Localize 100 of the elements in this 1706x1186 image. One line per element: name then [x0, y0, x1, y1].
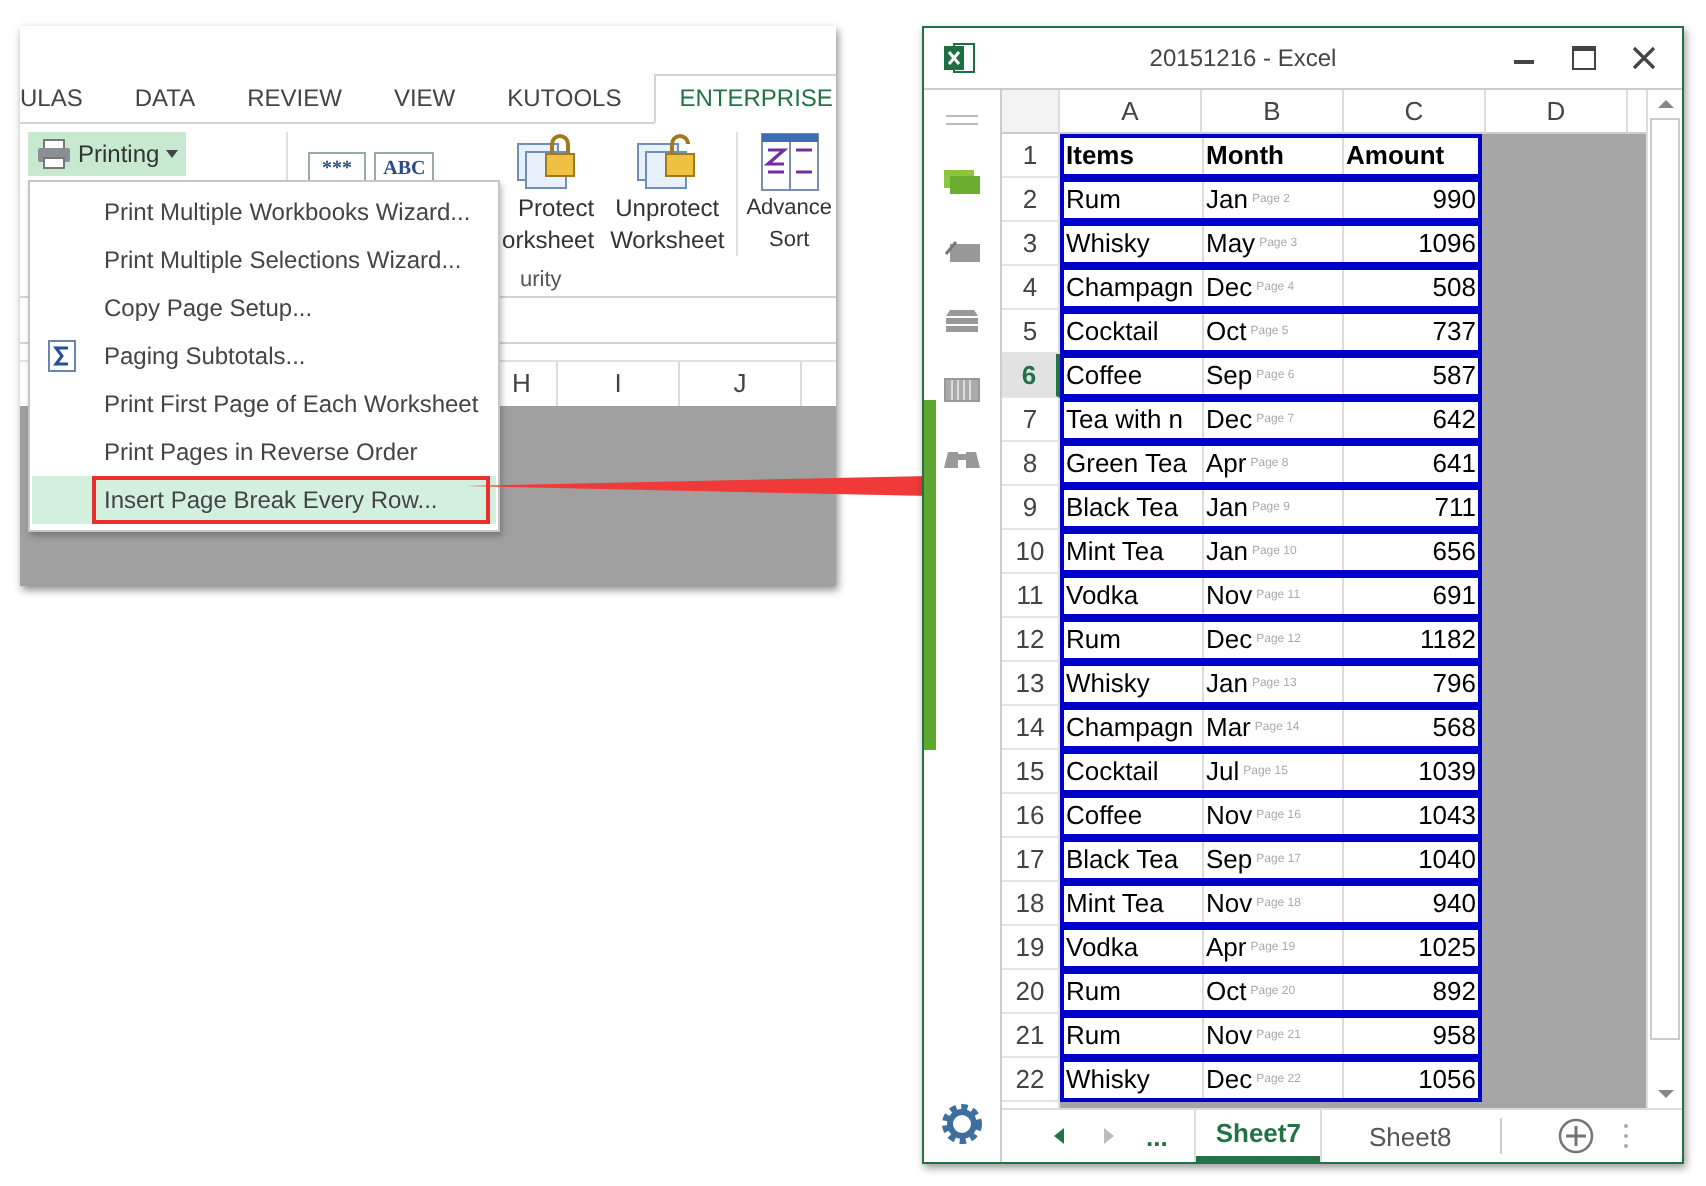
ribbon-tab[interactable]: KUTOOLS: [487, 84, 642, 122]
table-cell-text: 568: [1430, 710, 1478, 746]
table-cell: Tea with n: [1064, 402, 1204, 438]
menu-item[interactable]: Print Pages in Reverse Order: [32, 428, 496, 476]
table-cell: Dec: [1206, 270, 1253, 306]
row-header: 8: [1002, 442, 1060, 486]
table-cell: Apr: [1206, 930, 1247, 966]
table-cell-text: 737: [1430, 314, 1478, 350]
table-cell-text: 1040: [1416, 842, 1478, 878]
row-header: 11: [1002, 574, 1060, 618]
protect-button[interactable]: Unprotect Worksheet: [606, 132, 729, 256]
table-cell: Whisky: [1064, 226, 1204, 262]
row-header: 1: [1002, 134, 1060, 178]
table-cell-text: 641: [1430, 446, 1478, 482]
table-cell-text: 940: [1430, 886, 1478, 922]
table-cell: Nov: [1206, 798, 1253, 834]
menu-item[interactable]: Print Multiple Workbooks Wizard...: [32, 188, 496, 236]
ribbon-tab[interactable]: REVIEW: [227, 84, 362, 122]
sheet-tab[interactable]: Sheet7: [1195, 1110, 1321, 1162]
sheets-icon[interactable]: [944, 170, 980, 194]
row-header: 3: [1002, 222, 1060, 266]
table-cell: Apr: [1206, 446, 1247, 482]
window-title: 20151216 - Excel: [1147, 44, 1339, 72]
printing-button[interactable]: Printing: [28, 132, 186, 176]
add-sheet-icon[interactable]: [1557, 1118, 1594, 1154]
columns-icon[interactable]: [944, 378, 980, 402]
table-cell-text: 1039: [1416, 754, 1478, 790]
excel-logo-icon: [944, 42, 976, 74]
table-cell: Jul: [1206, 754, 1240, 790]
table-cell-text: 711: [1432, 490, 1478, 526]
table-cell: Rum: [1064, 622, 1204, 658]
table-cell: Whisky: [1064, 1062, 1204, 1098]
table-cell-text: 892: [1430, 974, 1478, 1010]
sigma-icon: [48, 340, 76, 372]
select-all-corner[interactable]: [1002, 90, 1060, 134]
table-cell: May: [1206, 226, 1256, 262]
table-cell-text: 587: [1430, 358, 1478, 394]
close-icon[interactable]: [1630, 44, 1658, 72]
vertical-scrollbar[interactable]: [1646, 90, 1682, 1108]
row-header: 18: [1002, 882, 1060, 926]
table-cell-text: 691: [1430, 578, 1478, 614]
ribbon-tab[interactable]: ULAS: [20, 84, 103, 122]
row-header: 16: [1002, 794, 1060, 838]
table-cell-text: 796: [1430, 666, 1478, 702]
row-header: 15: [1002, 750, 1060, 794]
sort-button[interactable]: Advance Sort: [736, 132, 836, 256]
table-cell-text: 1056: [1416, 1062, 1478, 1098]
row-header: 10: [1002, 530, 1060, 574]
table-cell: Cocktail: [1064, 754, 1204, 790]
menu-item[interactable]: Print Multiple Selections Wizard...: [32, 236, 496, 284]
more-icon[interactable]: [1621, 1122, 1630, 1150]
row-header: 2: [1002, 178, 1060, 222]
ribbon-tab[interactable]: DATA: [114, 84, 216, 122]
dropdown-caret-icon: [165, 150, 178, 158]
stack-icon[interactable]: [944, 306, 980, 334]
table-cell: Dec: [1206, 402, 1253, 438]
table-cell: Mint Tea: [1064, 534, 1204, 570]
row-header: 19: [1002, 926, 1060, 970]
table-cell: Nov: [1206, 1018, 1253, 1054]
row-header: 13: [1002, 662, 1060, 706]
row-header: 20: [1002, 970, 1060, 1014]
column-header: C: [1344, 90, 1486, 134]
table-cell: Mar: [1206, 710, 1251, 746]
table-cell: Vodka: [1064, 930, 1204, 966]
menu-icon[interactable]: [944, 114, 980, 126]
settings-icon[interactable]: [940, 1102, 984, 1146]
table-cell: Black Tea: [1064, 842, 1204, 878]
table-cell: Cocktail: [1064, 314, 1204, 350]
menu-item[interactable]: Paging Subtotals...: [32, 332, 496, 380]
scroll-right-icon[interactable]: [1098, 1126, 1118, 1146]
maximize-icon[interactable]: [1570, 44, 1598, 72]
menu-item[interactable]: Copy Page Setup...: [32, 284, 496, 332]
table-cell: Dec: [1206, 1062, 1253, 1098]
pane-collapse-handle[interactable]: [924, 400, 936, 750]
row-header: 5: [1002, 310, 1060, 354]
menu-item[interactable]: Print First Page of Each Worksheet: [32, 380, 496, 428]
table-cell: Rum: [1064, 182, 1204, 218]
table-cell: Vodka: [1064, 578, 1204, 614]
menu-item[interactable]: Insert Page Break Every Row...: [32, 476, 496, 524]
table-cell: Champagn: [1064, 710, 1204, 746]
table-cell: Jan: [1206, 182, 1248, 218]
table-cell: Items: [1064, 138, 1204, 174]
scroll-left-icon[interactable]: [1050, 1126, 1070, 1146]
table-cell: Rum: [1064, 974, 1204, 1010]
table-cell: Dec: [1206, 622, 1253, 658]
binoculars-icon[interactable]: [944, 446, 980, 470]
table-cell-text: 958: [1430, 1018, 1478, 1054]
table-cell: Black Tea: [1064, 490, 1204, 526]
more-sheets-button[interactable]: ...: [1146, 1121, 1168, 1151]
table-cell: Rum: [1064, 1018, 1204, 1054]
table-cell-text: 990: [1430, 182, 1478, 218]
sheet-tab[interactable]: Sheet8: [1348, 1110, 1472, 1162]
column-header: D: [1486, 90, 1628, 134]
table-cell: Sep: [1206, 358, 1253, 394]
ribbon-tab[interactable]: VIEW: [373, 84, 476, 122]
table-cell: Coffee: [1064, 358, 1204, 394]
row-header: 9: [1002, 486, 1060, 530]
pen-sheet-icon[interactable]: [944, 238, 980, 262]
table-cell-text: Amount: [1344, 138, 1447, 174]
ribbon-tab[interactable]: ENTERPRISE: [653, 74, 836, 124]
